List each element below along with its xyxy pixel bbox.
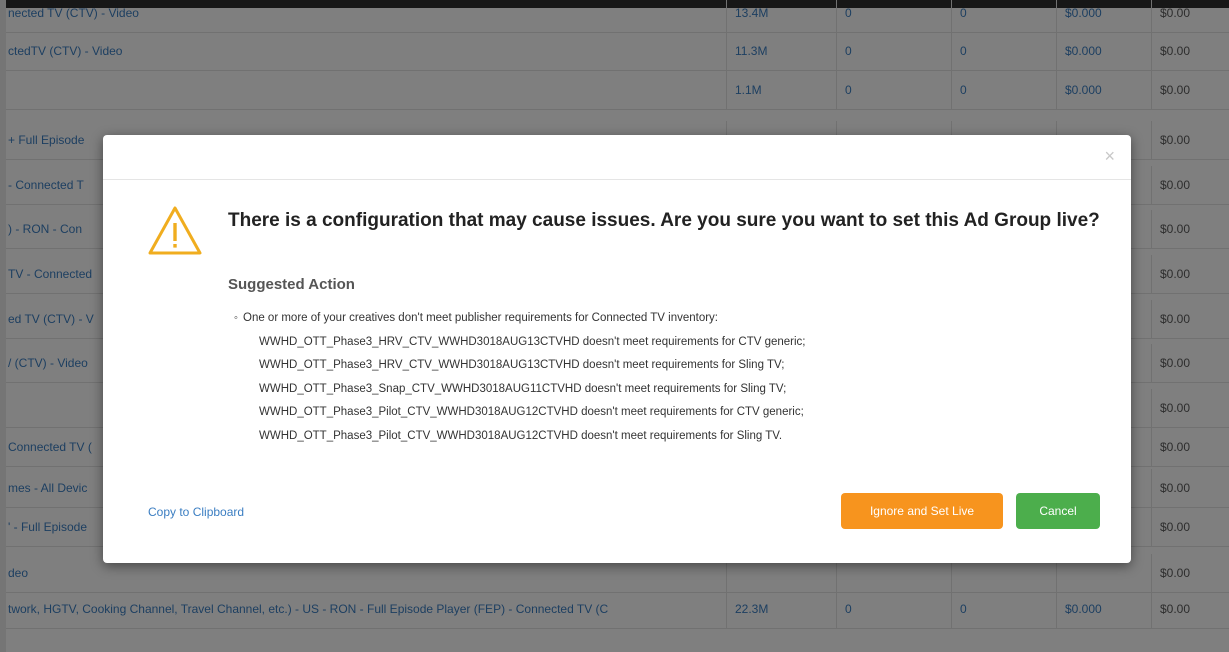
issue-detail: WWHD_OTT_Phase3_Snap_CTV_WWHD3018AUG11CT… (259, 382, 787, 395)
dialog-title: There is a configuration that may cause … (228, 210, 1100, 231)
warning-triangle-icon (148, 206, 202, 255)
issue-detail: WWHD_OTT_Phase3_HRV_CTV_WWHD3018AUG13CTV… (259, 359, 785, 371)
cancel-button[interactable]: Cancel (1016, 493, 1100, 529)
issue-detail: WWHD_OTT_Phase3_HRV_CTV_WWHD3018AUG13CTV… (259, 335, 806, 348)
issue-detail: WWHD_OTT_Phase3_Pilot_CTV_WWHD3018AUG12C… (259, 429, 783, 442)
ignore-and-set-live-button[interactable]: Ignore and Set Live (841, 493, 1003, 529)
bullet-icon: ◦ (234, 312, 238, 324)
issue-summary-text: One or more of your creatives don't meet… (243, 312, 718, 324)
suggested-action-heading: Suggested Action (228, 276, 355, 293)
issue-list: ◦ One or more of your creatives don't me… (234, 307, 1103, 448)
dialog-header: × (103, 135, 1131, 180)
copy-to-clipboard-link[interactable]: Copy to Clipboard (148, 505, 244, 519)
close-icon[interactable]: × (1104, 147, 1115, 165)
confirm-dialog: × There is a configuration that may caus… (103, 135, 1131, 563)
issue-summary: ◦ One or more of your creatives don't me… (234, 307, 1103, 331)
issue-detail: WWHD_OTT_Phase3_Pilot_CTV_WWHD3018AUG12C… (259, 406, 804, 418)
